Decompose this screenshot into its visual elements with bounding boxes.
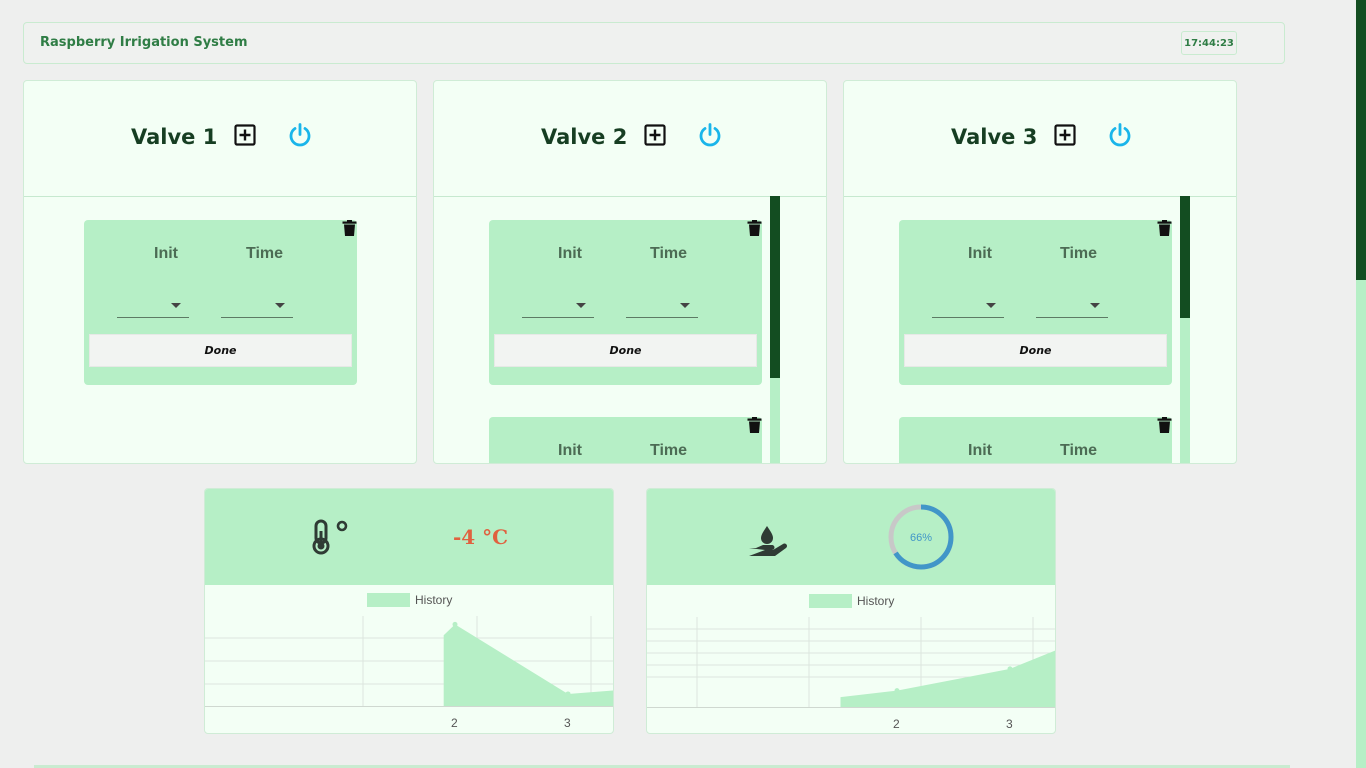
legend-swatch[interactable] bbox=[809, 594, 852, 608]
x-tick-label: 3 bbox=[1006, 717, 1013, 731]
valve-title: Valve 2 bbox=[541, 125, 628, 149]
valve-header: Valve 1 bbox=[24, 81, 416, 197]
app-header: Raspberry Irrigation System 17:44:23 bbox=[23, 22, 1285, 64]
schedule-card: Init Time Done bbox=[84, 220, 357, 385]
humidity-history-chart bbox=[647, 617, 1055, 708]
time-select[interactable] bbox=[626, 297, 698, 318]
valve-panel-3: Valve 3 Init Time Done Init Time bbox=[843, 80, 1237, 464]
valve-panel-2: Valve 2 Init Time Done Init Time bbox=[433, 80, 827, 464]
trash-icon[interactable] bbox=[1157, 220, 1172, 236]
legend-swatch[interactable] bbox=[367, 593, 410, 607]
x-tick-label: 3 bbox=[564, 716, 571, 730]
temperature-panel: -4 °C History 2345 bbox=[204, 488, 614, 734]
x-tick-label: 2 bbox=[451, 716, 458, 730]
init-label: Init bbox=[558, 245, 582, 262]
history-point[interactable] bbox=[565, 691, 571, 697]
page-scrollbar[interactable] bbox=[1356, 0, 1366, 768]
humidity-gauge: 66% bbox=[888, 504, 954, 570]
scrollbar-thumb[interactable] bbox=[770, 196, 780, 378]
time-label: Time bbox=[1060, 245, 1098, 262]
humidity-value: 66% bbox=[910, 532, 932, 544]
init-label: Init bbox=[558, 442, 582, 459]
chevron-down-icon bbox=[680, 303, 690, 308]
humidity-panel: 66% History 2345 bbox=[646, 488, 1056, 734]
legend-label: History bbox=[415, 593, 453, 607]
schedule-card: Init Time bbox=[899, 417, 1172, 463]
humidity-header: 66% bbox=[647, 489, 1055, 585]
valve-header: Valve 3 bbox=[844, 81, 1236, 197]
time-select[interactable] bbox=[221, 297, 293, 318]
init-label: Init bbox=[968, 245, 992, 262]
valve-panel-1: Valve 1 Init Time Done bbox=[23, 80, 417, 464]
init-label: Init bbox=[154, 245, 178, 262]
schedule-card: Init Time bbox=[489, 417, 762, 463]
time-label: Time bbox=[246, 245, 284, 262]
init-select[interactable] bbox=[522, 297, 594, 318]
scrollbar[interactable] bbox=[770, 196, 780, 463]
power-icon[interactable] bbox=[1107, 122, 1133, 148]
power-icon[interactable] bbox=[697, 122, 723, 148]
hand-water-drop-icon bbox=[749, 526, 787, 556]
trash-icon[interactable] bbox=[747, 417, 762, 433]
thermometer-icon bbox=[312, 519, 348, 555]
init-select[interactable] bbox=[932, 297, 1004, 318]
legend-label: History bbox=[857, 594, 895, 608]
plus-square-icon[interactable] bbox=[644, 124, 666, 146]
power-icon[interactable] bbox=[287, 122, 313, 148]
app-title: Raspberry Irrigation System bbox=[40, 35, 248, 50]
chevron-down-icon bbox=[171, 303, 181, 308]
history-series-area bbox=[443, 624, 613, 707]
chevron-down-icon bbox=[576, 303, 586, 308]
trash-icon[interactable] bbox=[1157, 417, 1172, 433]
time-select[interactable] bbox=[1036, 297, 1108, 318]
clock: 17:44:23 bbox=[1181, 31, 1237, 55]
done-button[interactable]: Done bbox=[89, 334, 352, 367]
history-point[interactable] bbox=[1007, 666, 1013, 672]
page-scrollbar-thumb[interactable] bbox=[1356, 0, 1366, 280]
temperature-value: -4 °C bbox=[453, 525, 509, 549]
time-label: Time bbox=[650, 245, 688, 262]
trash-icon[interactable] bbox=[342, 220, 357, 236]
valve-title: Valve 3 bbox=[951, 125, 1038, 149]
plus-square-icon[interactable] bbox=[1054, 124, 1076, 146]
temperature-history-chart bbox=[205, 616, 613, 707]
x-tick-label: 2 bbox=[893, 717, 900, 731]
history-point[interactable] bbox=[894, 688, 900, 694]
trash-icon[interactable] bbox=[747, 220, 762, 236]
plus-square-icon[interactable] bbox=[234, 124, 256, 146]
valve-header: Valve 2 bbox=[434, 81, 826, 197]
time-label: Time bbox=[1060, 442, 1098, 459]
schedule-card: Init Time Done bbox=[489, 220, 762, 385]
history-point[interactable] bbox=[452, 621, 458, 627]
chevron-down-icon bbox=[986, 303, 996, 308]
init-label: Init bbox=[968, 442, 992, 459]
done-button[interactable]: Done bbox=[494, 334, 757, 367]
history-series-area bbox=[840, 650, 1055, 708]
init-select[interactable] bbox=[117, 297, 189, 318]
temperature-header: -4 °C bbox=[205, 489, 613, 585]
scrollbar[interactable] bbox=[1180, 196, 1190, 463]
time-label: Time bbox=[650, 442, 688, 459]
schedule-card: Init Time Done bbox=[899, 220, 1172, 385]
valve-title: Valve 1 bbox=[131, 125, 218, 149]
scrollbar-thumb[interactable] bbox=[1180, 196, 1190, 318]
chevron-down-icon bbox=[275, 303, 285, 308]
chevron-down-icon bbox=[1090, 303, 1100, 308]
done-button[interactable]: Done bbox=[904, 334, 1167, 367]
